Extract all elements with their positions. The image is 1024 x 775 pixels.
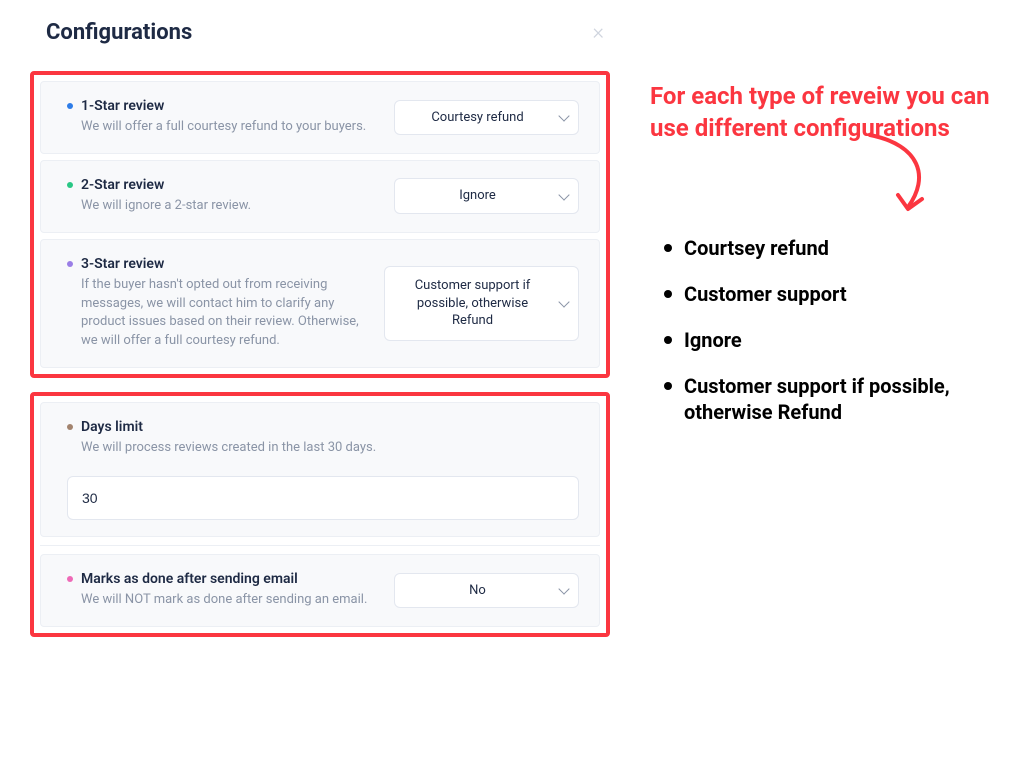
annotation-option: Customer support if possible, otherwise …: [662, 373, 990, 425]
chevron-down-icon: [558, 584, 569, 595]
bullet-icon: [67, 182, 73, 188]
annotation-option: Ignore: [662, 327, 990, 353]
days-limit-input[interactable]: [67, 476, 579, 520]
bullet-icon: [67, 576, 73, 582]
row-title: Marks as done after sending email: [81, 571, 298, 587]
row-title: 1-Star review: [81, 98, 164, 114]
select-value: Customer support if possible, otherwise …: [415, 278, 531, 328]
select-value: No: [469, 583, 486, 598]
row-3-star: 3-Star review If the buyer hasn't opted …: [40, 239, 600, 368]
row-title: Days limit: [81, 419, 143, 435]
select-mark-done[interactable]: No: [394, 573, 579, 609]
review-rules-group: 1-Star review We will offer a full court…: [30, 71, 610, 378]
row-title: 2-Star review: [81, 177, 164, 193]
select-value: Ignore: [459, 188, 496, 203]
row-2-star: 2-Star review We will ignore a 2-star re…: [40, 160, 600, 233]
row-title: 3-Star review: [81, 256, 164, 272]
settings-group: Days limit We will process reviews creat…: [30, 392, 610, 637]
row-mark-done: Marks as done after sending email We wil…: [40, 554, 600, 627]
bullet-icon: [67, 103, 73, 109]
select-2-star[interactable]: Ignore: [394, 178, 579, 214]
row-1-star: 1-Star review We will offer a full court…: [40, 81, 600, 154]
annotation-panel: For each type of reveiw you can use diff…: [650, 20, 990, 651]
close-icon[interactable]: ×: [592, 20, 604, 45]
row-desc: We will NOT mark as done after sending a…: [81, 591, 374, 610]
arrow-icon: [650, 149, 990, 219]
annotation-options: Courtsey refund Customer support Ignore …: [650, 235, 990, 425]
annotation-option: Courtsey refund: [662, 235, 990, 261]
divider: [40, 545, 600, 546]
row-desc: We will offer a full courtesy refund to …: [81, 118, 374, 137]
chevron-down-icon: [558, 111, 569, 122]
select-1-star[interactable]: Courtesy refund: [394, 100, 579, 136]
row-desc: If the buyer hasn't opted out from recei…: [81, 276, 364, 351]
panel-title: Configurations: [30, 20, 610, 45]
row-desc: We will ignore a 2-star review.: [81, 197, 374, 216]
select-value: Courtesy refund: [431, 110, 523, 125]
row-days-limit: Days limit We will process reviews creat…: [40, 402, 600, 537]
row-desc: We will process reviews created in the l…: [81, 439, 579, 458]
chevron-down-icon: [558, 297, 569, 308]
annotation-option: Customer support: [662, 281, 990, 307]
select-3-star[interactable]: Customer support if possible, otherwise …: [384, 266, 579, 341]
configurations-panel: × Configurations 1-Star review We will o…: [30, 20, 610, 651]
bullet-icon: [67, 424, 73, 430]
chevron-down-icon: [558, 190, 569, 201]
bullet-icon: [67, 261, 73, 267]
